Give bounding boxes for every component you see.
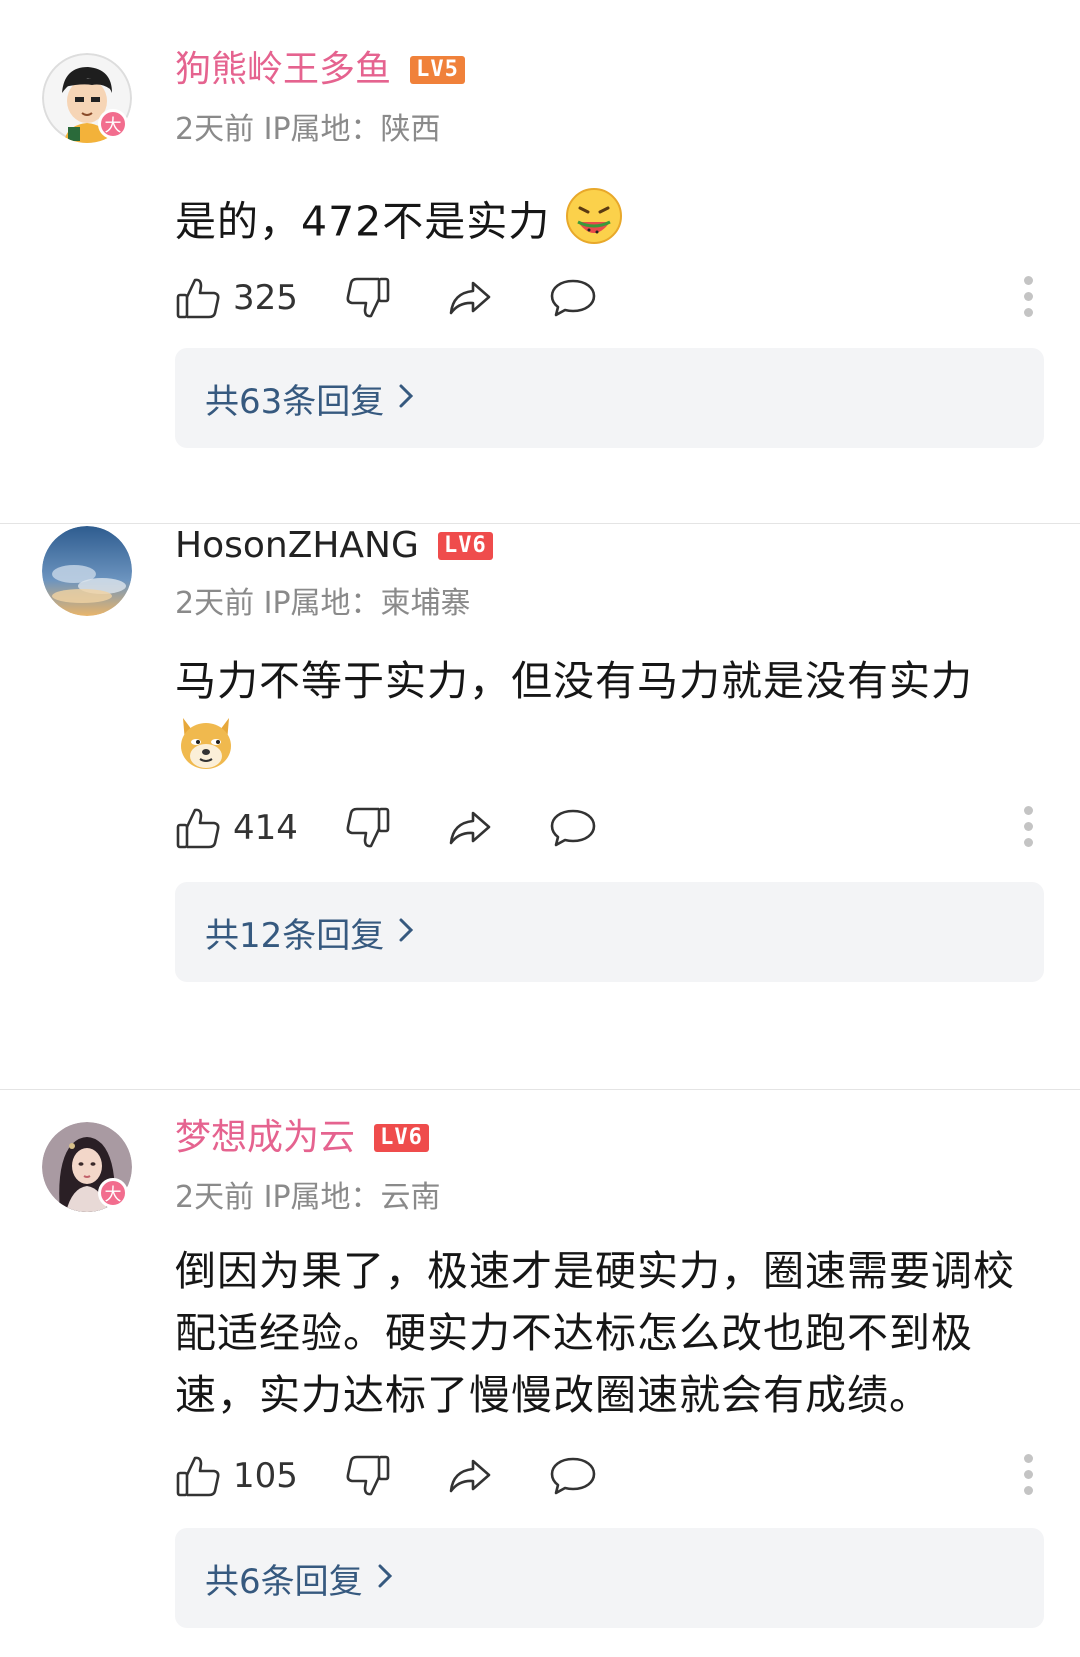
comment-item: 大 梦想成为云 LV6 2天前 IP属地：云南 倒因为果了，极速才是硬实力，圈速… [0, 1090, 1080, 1657]
comment-meta: 2天前 IP属地：柬埔寨 [175, 586, 471, 621]
thumbs-down-icon [345, 1453, 391, 1499]
reply-count: 共6条回复 [205, 1561, 363, 1602]
username[interactable]: 梦想成为云 [175, 1116, 355, 1160]
username[interactable]: 狗熊岭王多鱼 [175, 48, 391, 92]
avatar[interactable] [42, 526, 132, 616]
comment-item: HosonZHANG LV6 2天前 IP属地：柬埔寨 马力不等于实力，但没有马… [0, 524, 1080, 1090]
comment-header: HosonZHANG LV6 [175, 524, 493, 568]
comment-icon [549, 1453, 597, 1499]
doge-emoji [175, 712, 237, 791]
badge-icon: 大 [98, 1178, 128, 1208]
comment-text: 是的，472不是实力 [175, 186, 1032, 263]
share-icon [447, 1453, 493, 1499]
more-icon[interactable] [1016, 1454, 1040, 1502]
like-button[interactable]: 325 [175, 268, 298, 328]
share-button[interactable] [447, 1446, 493, 1506]
dislike-button[interactable] [345, 268, 391, 328]
comment-header: 梦想成为云 LV6 [175, 1116, 429, 1160]
username[interactable]: HosonZHANG [175, 524, 419, 568]
level-badge: LV5 [410, 56, 465, 84]
share-icon [447, 805, 493, 851]
comment-icon [549, 805, 597, 851]
thumbs-up-icon [175, 1453, 221, 1499]
level-badge: LV6 [437, 532, 493, 560]
level-badge: LV6 [374, 1124, 429, 1152]
comment-meta: 2天前 IP属地：云南 [175, 1180, 441, 1215]
reply-count: 共63条回复 [205, 381, 385, 422]
comment-button[interactable] [549, 268, 597, 328]
chevron-right-icon [377, 1563, 393, 1593]
comment-header: 狗熊岭王多鱼 LV5 [175, 48, 465, 92]
view-replies-button[interactable]: 共6条回复 [175, 1528, 1044, 1628]
like-button[interactable]: 414 [175, 798, 298, 858]
reply-count: 共12条回复 [205, 915, 385, 956]
like-count: 105 [233, 1456, 298, 1496]
thumbs-up-icon [175, 805, 221, 851]
comment-text: 马力不等于实力，但没有马力就是没有实力 [175, 650, 1032, 791]
comment-item: 大 狗熊岭王多鱼 LV5 2天前 IP属地：陕西 是的，472不是实力 325 … [0, 0, 1080, 524]
share-icon [447, 275, 493, 321]
comment-text: 倒因为果了，极速才是硬实力，圈速需要调校配适经验。硬实力不达标怎么改也跑不到极速… [175, 1247, 1015, 1419]
like-count: 325 [233, 278, 298, 318]
comment-button[interactable] [549, 1446, 597, 1506]
more-icon[interactable] [1016, 276, 1040, 324]
chevron-right-icon [398, 383, 414, 413]
thumbs-up-icon [175, 275, 221, 321]
comment-button[interactable] [549, 798, 597, 858]
like-count: 414 [233, 808, 298, 848]
share-button[interactable] [447, 798, 493, 858]
action-bar: 325 [175, 268, 1040, 328]
badge-icon: 大 [98, 109, 128, 139]
comment-icon [549, 275, 597, 321]
watermelon-face-emoji [564, 186, 624, 263]
thumbs-down-icon [345, 275, 391, 321]
share-button[interactable] [447, 268, 493, 328]
action-bar: 105 [175, 1446, 1040, 1506]
view-replies-button[interactable]: 共63条回复 [175, 348, 1044, 448]
comment-meta: 2天前 IP属地：陕西 [175, 112, 441, 147]
action-bar: 414 [175, 798, 1040, 858]
dislike-button[interactable] [345, 1446, 391, 1506]
chevron-right-icon [398, 917, 414, 947]
thumbs-down-icon [345, 805, 391, 851]
view-replies-button[interactable]: 共12条回复 [175, 882, 1044, 982]
more-icon[interactable] [1016, 806, 1040, 854]
like-button[interactable]: 105 [175, 1446, 298, 1506]
dislike-button[interactable] [345, 798, 391, 858]
